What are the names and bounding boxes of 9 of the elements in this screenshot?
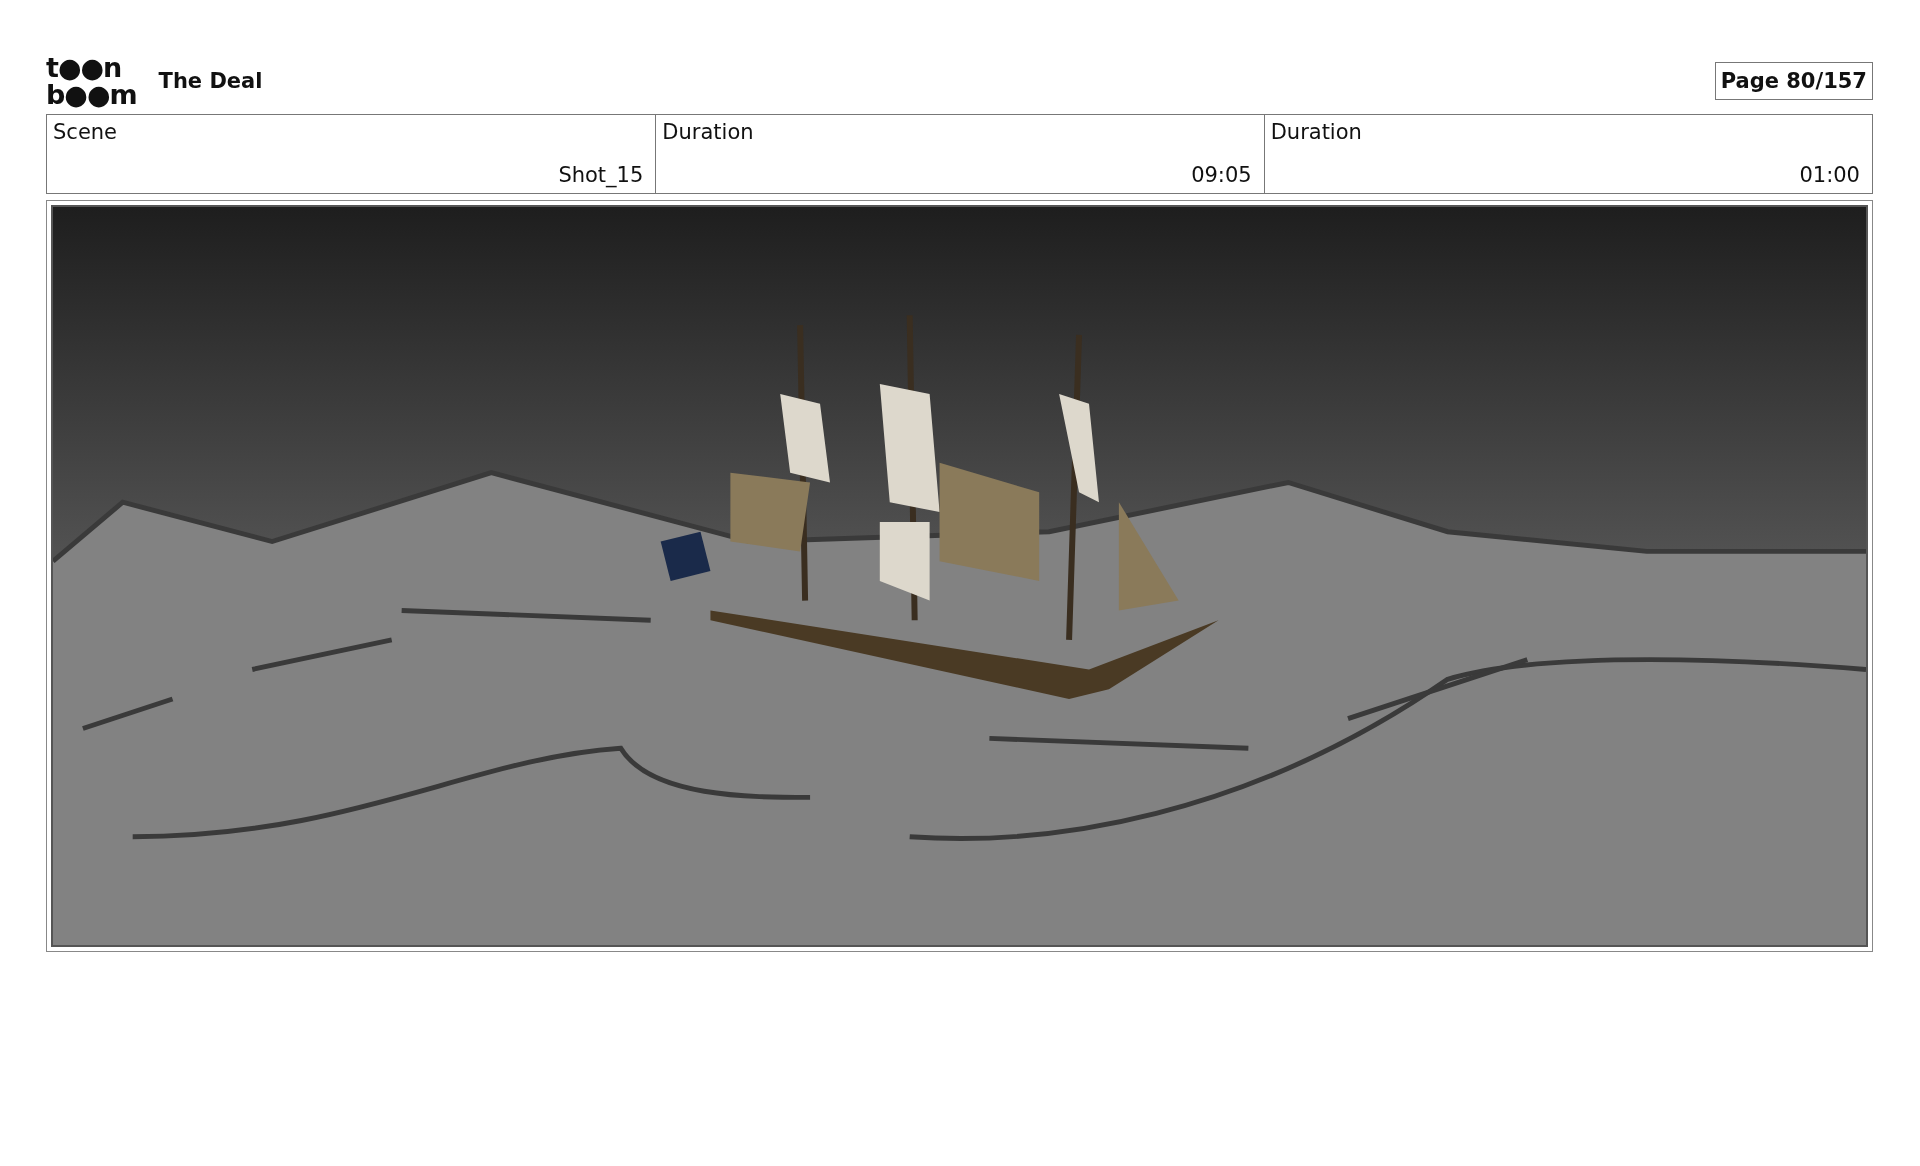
field-value: Shot_15 [558, 163, 644, 187]
field-label: Scene [53, 120, 118, 144]
field-label: Duration [662, 120, 754, 144]
field-label: Duration [1270, 120, 1362, 144]
field-value: 01:00 [1799, 163, 1860, 187]
storyboard-title: The Deal [158, 69, 263, 93]
logo: t●●n b●●m [46, 54, 137, 108]
field-value: 09:05 [1191, 163, 1252, 187]
page-number: Page 80/157 [1714, 62, 1873, 100]
